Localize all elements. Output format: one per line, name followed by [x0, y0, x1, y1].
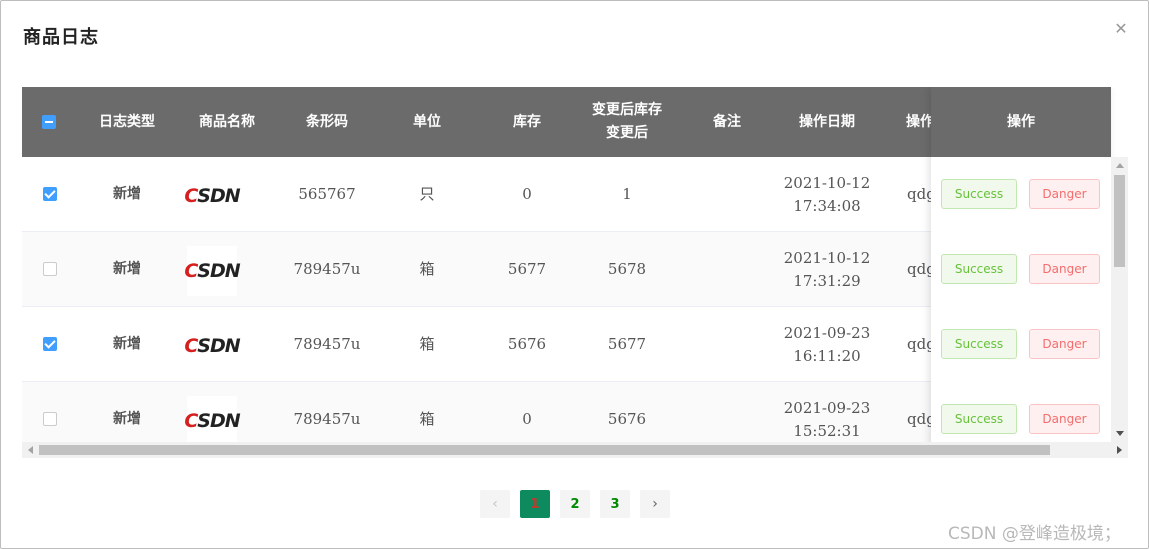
cell-date-time: 16:11:20 — [793, 346, 861, 365]
cell-unit: 箱 — [419, 260, 435, 278]
success-button[interactable]: Success — [941, 404, 1017, 434]
close-icon[interactable]: ✕ — [1111, 19, 1131, 39]
cell-after: 5676 — [607, 410, 647, 428]
danger-button[interactable]: Danger — [1029, 329, 1100, 359]
danger-button[interactable]: Danger — [1029, 254, 1100, 284]
page-3-button[interactable]: 3 — [600, 490, 630, 518]
product-logo: C SDN — [184, 396, 241, 442]
col-unit: 单位 — [413, 113, 441, 130]
col-name: 商品名称 — [199, 113, 255, 130]
product-logo: C SDN — [184, 246, 241, 296]
col-after-stock-line1: 变更后库存 — [592, 102, 662, 118]
cell-stock: 0 — [522, 410, 532, 428]
success-button[interactable]: Success — [941, 254, 1017, 284]
scroll-left-arrow-icon[interactable] — [28, 446, 33, 454]
page-2-button[interactable]: 2 — [560, 490, 590, 518]
cell-unit: 只 — [419, 185, 435, 203]
cell-after: 5677 — [607, 335, 647, 353]
col-stock: 库存 — [513, 113, 541, 130]
cell-type: 新增 — [113, 261, 141, 277]
horizontal-scroll-thumb[interactable] — [39, 445, 1050, 455]
col-after-stock: 变更后库存 变更后 — [577, 87, 677, 157]
cell-date-time: 15:52:31 — [793, 421, 861, 440]
watermark: CSDN @登峰造极境； — [948, 524, 1121, 544]
page-1-button[interactable]: 1 — [520, 490, 550, 518]
cell-barcode: 789457u — [293, 260, 361, 278]
danger-button[interactable]: Danger — [1029, 179, 1100, 209]
cell-stock: 5677 — [507, 260, 547, 278]
scroll-up-arrow-icon[interactable] — [1116, 163, 1124, 168]
cell-date-time: 17:34:08 — [793, 196, 861, 215]
dialog-title: 商品日志 — [23, 27, 99, 48]
horizontal-scrollbar[interactable] — [22, 442, 1128, 458]
cell-date-day: 2021-10-12 — [783, 248, 871, 267]
cell-stock: 0 — [522, 185, 532, 203]
scroll-right-arrow-icon[interactable] — [1117, 446, 1122, 454]
scroll-down-arrow-icon[interactable] — [1116, 431, 1124, 436]
cell-remark — [677, 307, 777, 382]
row-checkbox[interactable] — [43, 412, 57, 426]
fixed-action-column: 操作 Success Danger Success Danger Success… — [931, 87, 1111, 458]
cell-barcode: 789457u — [293, 410, 361, 428]
col-type: 日志类型 — [99, 113, 155, 130]
cell-date-day: 2021-10-12 — [783, 173, 871, 192]
cell-type: 新增 — [113, 186, 141, 202]
row-checkbox[interactable] — [43, 337, 57, 351]
prev-page-button[interactable]: ‹ — [480, 490, 510, 518]
col-barcode: 条形码 — [306, 113, 348, 130]
cell-stock: 5676 — [507, 335, 547, 353]
col-date: 操作日期 — [799, 113, 855, 130]
danger-button[interactable]: Danger — [1029, 404, 1100, 434]
cell-after: 1 — [622, 185, 632, 203]
log-table: 日志类型 商品名称 条形码 单位 库存 变更后库存 变更后 备注 操作日期 操作… — [22, 87, 1128, 458]
cell-after: 5678 — [607, 260, 647, 278]
cell-remark — [677, 232, 777, 307]
next-page-button[interactable]: › — [640, 490, 670, 518]
select-all-checkbox[interactable] — [42, 115, 56, 129]
col-remark: 备注 — [713, 113, 741, 130]
cell-type: 新增 — [113, 411, 141, 427]
cell-unit: 箱 — [419, 410, 435, 428]
cell-remark — [677, 157, 777, 232]
cell-date-day: 2021-09-23 — [783, 398, 871, 417]
cell-date: 2021-10-12 17:34:08 — [777, 157, 877, 232]
cell-date: 2021-09-23 15:52:31 — [777, 382, 877, 442]
product-logo: C SDN — [184, 321, 241, 371]
product-logo: C SDN — [184, 171, 241, 221]
success-button[interactable]: Success — [941, 329, 1017, 359]
cell-date: 2021-10-12 17:31:29 — [777, 232, 877, 307]
cell-date-time: 17:31:29 — [793, 271, 861, 290]
cell-date-day: 2021-09-23 — [783, 323, 871, 342]
cell-type: 新增 — [113, 336, 141, 352]
cell-unit: 箱 — [419, 335, 435, 353]
col-after-stock-line2: 变更后 — [606, 125, 648, 141]
col-action: 操作 — [931, 87, 1111, 157]
cell-date: 2021-09-23 16:11:20 — [777, 307, 877, 382]
success-button[interactable]: Success — [941, 179, 1017, 209]
vertical-scroll-thumb[interactable] — [1114, 175, 1125, 267]
row-checkbox[interactable] — [43, 187, 57, 201]
product-log-dialog: 商品日志 ✕ 日志类型 商品名称 条形码 单位 库存 变更后库存 变更后 备注 … — [0, 0, 1149, 549]
cell-barcode: 789457u — [293, 335, 361, 353]
cell-barcode: 565767 — [298, 185, 356, 203]
vertical-scrollbar[interactable] — [1111, 157, 1128, 442]
row-checkbox[interactable] — [43, 262, 57, 276]
cell-remark — [677, 382, 777, 442]
